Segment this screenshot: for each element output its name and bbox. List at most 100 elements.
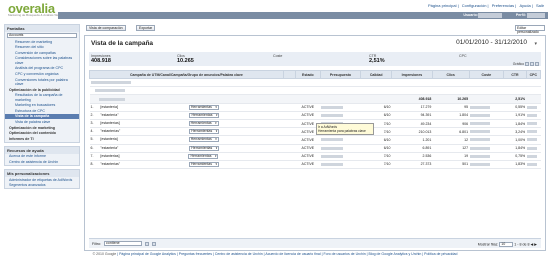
ctr: 1,00% (503, 135, 527, 145)
row-number: 4. (90, 129, 94, 134)
filter-go-icon[interactable] (152, 241, 156, 246)
keyword[interactable]: [estanteria] (100, 137, 117, 141)
cpc (526, 103, 541, 112)
row-number: 2. (90, 112, 94, 117)
chevron-down-icon[interactable]: ▾ (534, 41, 537, 47)
col-budget[interactable]: Presupuesto (319, 70, 362, 79)
clicks: 1.804 (432, 111, 470, 120)
redacted-text (90, 81, 131, 85)
prev-page-icon[interactable]: ◀ (530, 242, 533, 246)
keyword[interactable]: "estanterias" (100, 162, 120, 166)
keyword[interactable]: "estantería" (100, 113, 118, 117)
row-number: 6. (90, 145, 94, 150)
keyword[interactable]: [estanterias] (100, 154, 119, 158)
filter-text-input[interactable] (145, 241, 149, 246)
table-row: 1. [estantería] Herramientas ACTIVE 6/10… (89, 103, 541, 112)
status: ACTIVE (295, 103, 321, 112)
sidebar-screens-panel: Pantallas Accounts Resumen de marketing … (4, 24, 80, 143)
custom-select[interactable]: Editar personalizado (515, 25, 545, 34)
pie-view-icon[interactable] (530, 62, 535, 67)
stat-value: 10.265 (177, 58, 194, 64)
col-impressions[interactable]: Impresiones (391, 70, 433, 79)
help-link-center[interactable]: Centro de asistencia de Urchin (5, 159, 79, 165)
col-ctr[interactable]: CTR (503, 70, 527, 79)
redacted-text (527, 138, 538, 142)
keyword[interactable]: [estantería] (100, 105, 118, 109)
compare-view-button[interactable]: Vista de comparación (86, 25, 126, 31)
adwords-tag-admin-link[interactable]: Administrador de etiquetas de AdWords (5, 177, 79, 183)
sidebar-item[interactable]: Consideraciones sobre las palabras clave (5, 56, 79, 66)
row-number: 3. (90, 121, 94, 126)
table-row: 5. [estanteria] Herramientas ACTIVE 6/10… (89, 135, 541, 145)
clicks: 906 (432, 119, 470, 129)
clicks: 12 (432, 135, 470, 145)
col-cost[interactable]: Coste (468, 70, 505, 79)
sidebar-item[interactable]: Resultados de la campaña de marketing (5, 93, 79, 103)
stat-cost: Coste (273, 54, 282, 58)
table-view-icon[interactable] (525, 62, 530, 67)
keyword[interactable]: [estanterías] (100, 121, 119, 125)
link-settings[interactable]: Configuración (462, 3, 487, 8)
link-preferences[interactable]: Preferencias (492, 3, 514, 8)
profile-label: Perfil: (515, 13, 526, 17)
sidebar-group-screens[interactable]: Pantallas (5, 25, 79, 32)
col-status[interactable]: Estado (295, 70, 321, 79)
col-clicks[interactable]: Clics (431, 70, 470, 79)
clicks: 6.801 (432, 127, 470, 137)
cpc (526, 144, 541, 153)
tools-select[interactable]: Herramientas (188, 153, 219, 159)
tools-select[interactable]: Herramientas (189, 145, 220, 151)
chart-controls: Gráfico (512, 62, 539, 67)
next-page-icon[interactable]: ▶ (534, 242, 537, 246)
redacted-text (470, 105, 491, 109)
tools-select[interactable]: Herramientas (189, 161, 219, 167)
tools-select[interactable]: Herramientas (189, 112, 220, 118)
blurred-cell (89, 78, 284, 88)
col-cpc[interactable]: CPC (525, 70, 542, 79)
page-title: Vista de la campaña (91, 40, 154, 47)
impressions: 27.373 (391, 160, 433, 170)
link-logout[interactable]: Salir (536, 3, 544, 8)
tools-select[interactable]: Herramientas (188, 137, 219, 143)
help-title: Recursos de ayuda (5, 146, 79, 154)
menu-item-keyword-tool[interactable]: Herramienta para palabras clave (318, 129, 372, 133)
col-quality[interactable]: Calidad (360, 70, 392, 79)
profile-value[interactable] (527, 13, 545, 18)
account-select[interactable]: Accounts (7, 33, 77, 38)
filter-select[interactable]: contiene (104, 241, 142, 246)
cost (469, 160, 504, 170)
col-campaign[interactable]: Campaña de UTM/Canal/Campaña/Grupo de an… (89, 70, 284, 79)
top-links: Página principal | Configuración | Prefe… (428, 3, 544, 8)
customizations-title: Mis personalizaciones (5, 169, 79, 177)
date-range[interactable]: 01/01/2010 - 31/12/2010 (456, 39, 527, 46)
sidebar-group-it[interactable]: Informes de TI (5, 136, 79, 142)
advanced-segments-link[interactable]: Segmentos avanzados (5, 183, 79, 189)
footer-links[interactable]: Página principal de Google Analytics | P… (119, 252, 457, 256)
sidebar-item[interactable]: Conversiones totales por palabra clave (5, 77, 79, 87)
impressions: 6.891 (391, 144, 433, 153)
chart-label: Gráfico (512, 62, 525, 66)
impressions: 2.536 (391, 152, 433, 161)
stat-label: Coste (273, 54, 283, 58)
tools-dropdown-menu: Ir a AdWords Herramienta para palabras c… (316, 123, 374, 135)
budget (320, 152, 361, 161)
cpc (526, 160, 541, 170)
col-sort[interactable] (282, 70, 297, 79)
tools-select[interactable]: Herramientas (188, 121, 219, 127)
rows-select[interactable]: 10 (499, 242, 514, 247)
user-value (478, 13, 502, 18)
row-number: 1. (90, 104, 94, 109)
redacted-text (98, 97, 125, 101)
quality: 6/10 (360, 111, 392, 120)
export-button[interactable]: Exportar (136, 25, 156, 31)
link-help[interactable]: Ayuda (519, 3, 530, 8)
link-home[interactable]: Página principal (428, 3, 456, 8)
bar-view-icon[interactable] (535, 62, 539, 67)
keyword[interactable]: "estanteria" (100, 146, 118, 150)
campaign-table: Campaña de UTM/Canal/Campaña/Grupo de an… (89, 70, 542, 170)
tools-select[interactable]: Herramientas (189, 129, 220, 135)
tools-select[interactable]: Herramientas (188, 104, 219, 110)
keyword[interactable]: "estanterías" (100, 129, 120, 133)
cost (469, 152, 504, 161)
redacted-text (321, 154, 344, 158)
